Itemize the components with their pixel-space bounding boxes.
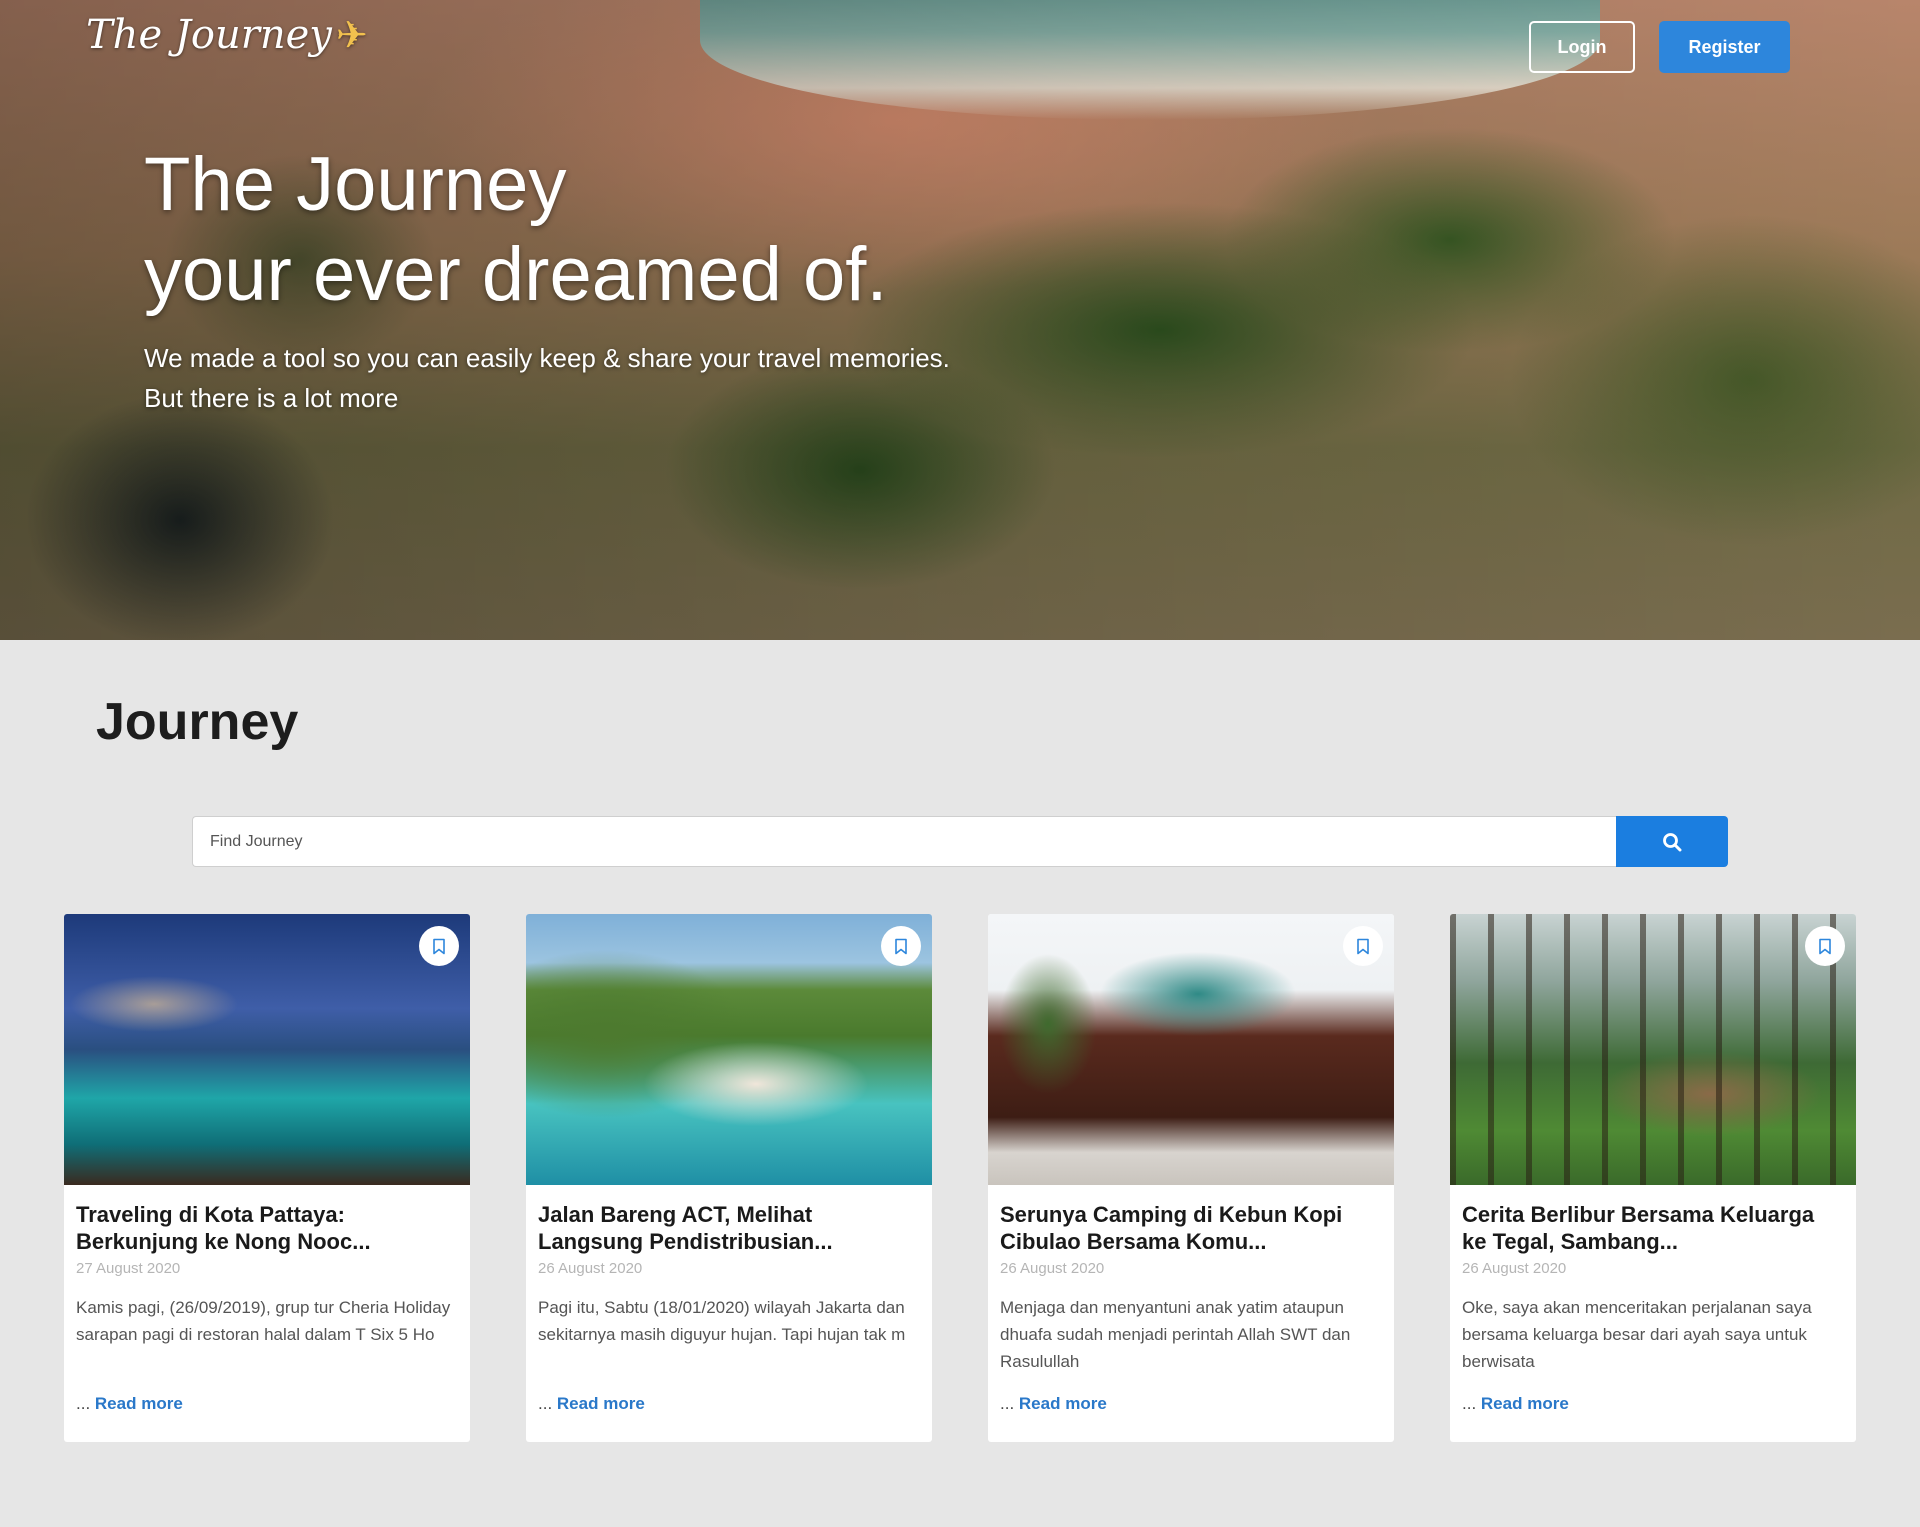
journey-card-date: 26 August 2020 — [1000, 1260, 1105, 1277]
journey-card[interactable]: Cerita Berlibur Bersama Keluarga ke Tega… — [1450, 914, 1856, 1442]
journey-card[interactable]: Jalan Bareng ACT, Melihat Langsung Pendi… — [526, 914, 932, 1442]
read-more-ellipsis: ... — [76, 1394, 91, 1413]
map-icon: ✈ — [335, 13, 368, 57]
journey-card-title[interactable]: Traveling di Kota Pattaya: Berkunjung ke… — [76, 1201, 458, 1255]
read-more-link[interactable]: Read more — [557, 1394, 645, 1413]
hero-overlay — [0, 0, 1920, 640]
journey-card-image[interactable] — [1450, 914, 1856, 1185]
hero-subtitle: We made a tool so you can easily keep & … — [144, 338, 950, 418]
hero-title-line-2: your ever dreamed of. — [144, 232, 888, 317]
bookmark-icon — [895, 938, 907, 954]
journey-card-date: 26 August 2020 — [538, 1260, 643, 1277]
bookmark-button[interactable] — [881, 926, 921, 966]
journey-card-read-more-row: ... Read more — [1462, 1394, 1844, 1414]
journey-card-read-more-row: ... Read more — [538, 1394, 920, 1414]
search-input[interactable] — [192, 816, 1616, 867]
read-more-link[interactable]: Read more — [95, 1394, 183, 1413]
bookmark-icon — [1819, 938, 1831, 954]
bookmark-icon — [433, 938, 445, 954]
login-button[interactable]: Login — [1529, 21, 1635, 73]
journey-section-title: Journey — [96, 693, 299, 751]
bookmark-button[interactable] — [1805, 926, 1845, 966]
search-icon — [1663, 832, 1682, 851]
journey-card-date: 27 August 2020 — [76, 1260, 181, 1277]
journey-card-title[interactable]: Jalan Bareng ACT, Melihat Langsung Pendi… — [538, 1201, 920, 1255]
hero-subtitle-line-2: But there is a lot more — [144, 383, 399, 413]
read-more-link[interactable]: Read more — [1481, 1394, 1569, 1413]
site-logo[interactable]: The Journey ✈ — [86, 12, 368, 58]
hero-subtitle-line-1: We made a tool so you can easily keep & … — [144, 343, 950, 373]
hero-banner: The Journey ✈ Login Register The Journey… — [0, 0, 1920, 640]
search-button[interactable] — [1616, 816, 1728, 867]
journey-card-title[interactable]: Serunya Camping di Kebun Kopi Cibulao Be… — [1000, 1201, 1382, 1255]
journey-card-read-more-row: ... Read more — [76, 1394, 458, 1414]
hero-title-line-1: The Journey — [144, 142, 567, 227]
journey-card-excerpt: Oke, saya akan menceritakan perjalanan s… — [1462, 1298, 1812, 1371]
journey-card-image[interactable] — [526, 914, 932, 1185]
journey-card-image[interactable] — [988, 914, 1394, 1185]
read-more-link[interactable]: Read more — [1019, 1394, 1107, 1413]
register-button[interactable]: Register — [1659, 21, 1790, 73]
journey-search-bar — [192, 816, 1728, 867]
journey-card-excerpt: Kamis pagi, (26/09/2019), grup tur Cheri… — [76, 1298, 451, 1344]
hero-title: The Journey your ever dreamed of. — [144, 140, 888, 320]
journey-card[interactable]: Traveling di Kota Pattaya: Berkunjung ke… — [64, 914, 470, 1442]
journey-card-excerpt: Pagi itu, Sabtu (18/01/2020) wilayah Jak… — [538, 1298, 906, 1344]
journey-card[interactable]: Serunya Camping di Kebun Kopi Cibulao Be… — [988, 914, 1394, 1442]
journey-card-title[interactable]: Cerita Berlibur Bersama Keluarga ke Tega… — [1462, 1201, 1844, 1255]
logo-text: The Journey — [86, 12, 332, 58]
read-more-ellipsis: ... — [1462, 1394, 1477, 1413]
journey-card-read-more-row: ... Read more — [1000, 1394, 1382, 1414]
bookmark-icon — [1357, 938, 1369, 954]
journey-card-date: 26 August 2020 — [1462, 1260, 1567, 1277]
bookmark-button[interactable] — [419, 926, 459, 966]
journey-card-list: Traveling di Kota Pattaya: Berkunjung ke… — [64, 914, 1856, 1442]
read-more-ellipsis: ... — [538, 1394, 553, 1413]
journey-card-excerpt: Menjaga dan menyantuni anak yatim ataupu… — [1000, 1298, 1351, 1371]
journey-card-image[interactable] — [64, 914, 470, 1185]
bookmark-button[interactable] — [1343, 926, 1383, 966]
read-more-ellipsis: ... — [1000, 1394, 1015, 1413]
